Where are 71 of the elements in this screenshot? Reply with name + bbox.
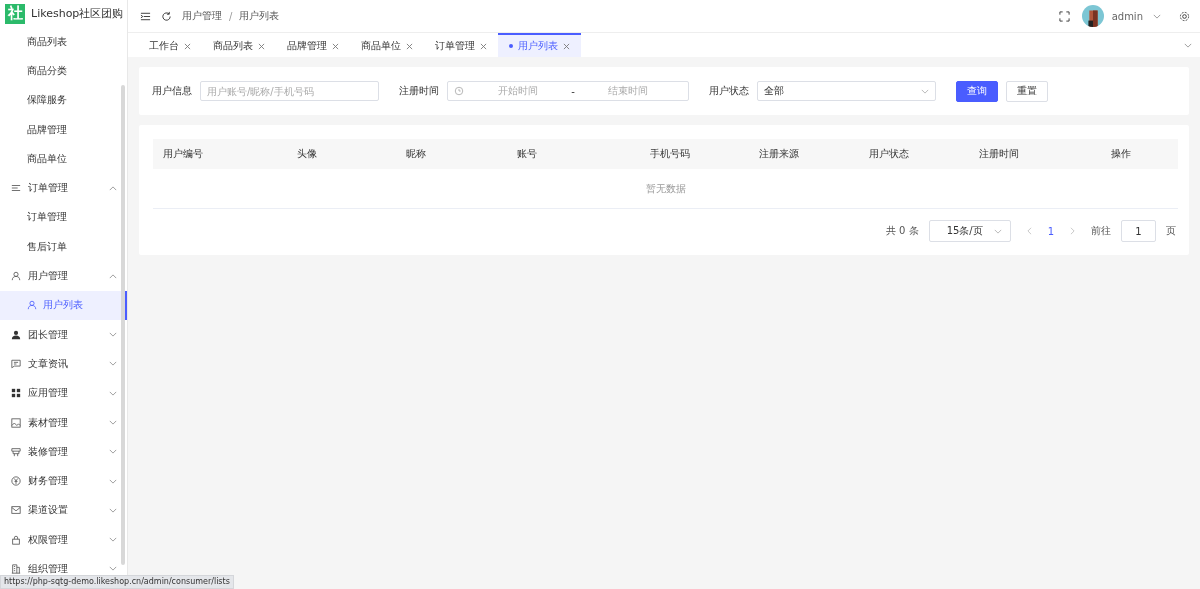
menu-group[interactable]: 应用管理: [0, 378, 127, 408]
page-suffix: 页: [1166, 224, 1176, 238]
field-label: 注册时间: [399, 84, 439, 98]
date-range-field[interactable]: 开始时间 - 结束时间: [447, 81, 689, 101]
field-label: 用户状态: [709, 84, 749, 98]
page-size-dropdown[interactable]: 15条/页: [928, 220, 1011, 242]
close-icon[interactable]: [563, 42, 570, 50]
logo: 社: [5, 3, 25, 24]
breadcrumb-item[interactable]: 用户列表: [239, 9, 280, 23]
menu-group[interactable]: 素材管理: [0, 407, 127, 438]
close-icon[interactable]: [480, 42, 487, 50]
column-header: 操作: [1110, 147, 1132, 161]
fullscreen-icon[interactable]: [1058, 10, 1070, 22]
status-url: https://php-sqtg-demo.likeshop.cn/admin/consumer/lists: [0, 575, 234, 589]
menu-group[interactable]: 权限管理: [0, 525, 127, 555]
refresh-icon[interactable]: [161, 10, 172, 22]
menu-group[interactable]: 装修管理: [0, 437, 127, 467]
goto-label: 前往: [1091, 224, 1111, 238]
column-header: 手机号码: [649, 147, 691, 161]
settings-icon[interactable]: [1179, 10, 1190, 22]
caret-icon[interactable]: [1184, 42, 1192, 48]
column-header: 注册时间: [978, 147, 1020, 161]
breadcrumb-item[interactable]: 用户管理: [182, 9, 222, 23]
total-count: 共 0 条: [885, 224, 919, 238]
input-field[interactable]: 用户账号/昵称/手机号码: [200, 81, 379, 101]
column-header: 头像: [296, 147, 318, 161]
menu-item[interactable]: 商品单位: [0, 144, 127, 174]
tab[interactable]: 商品单位: [350, 33, 424, 57]
caret-icon[interactable]: [1153, 13, 1161, 19]
close-icon[interactable]: [184, 42, 191, 50]
page-number[interactable]: 1: [1047, 225, 1054, 237]
tab[interactable]: 工作台: [138, 33, 202, 57]
column-header: 注册来源: [758, 147, 800, 161]
close-icon[interactable]: [258, 42, 265, 50]
tab[interactable]: 用户列表: [498, 33, 581, 57]
clock-icon: [454, 86, 464, 96]
column-header: 昵称: [405, 147, 427, 161]
caret-icon: [921, 88, 929, 94]
breadcrumb-separator: /: [229, 10, 233, 22]
user-icon: [27, 300, 37, 311]
scrollbar[interactable]: [121, 85, 125, 565]
menu-group[interactable]: 用户管理: [0, 261, 127, 291]
menu-group[interactable]: 渠道设置: [0, 495, 127, 526]
menu-group[interactable]: 团长管理: [0, 319, 127, 350]
menu-item[interactable]: 订单管理: [0, 202, 127, 233]
column-header: 用户编号: [162, 147, 204, 161]
app-name: Likeshop社区团购: [31, 6, 124, 21]
menu-group[interactable]: 财务管理: [0, 466, 127, 496]
tab[interactable]: 品牌管理: [276, 33, 350, 57]
menu-item[interactable]: 品牌管理: [0, 114, 127, 145]
search-button[interactable]: 查询: [956, 80, 998, 102]
close-icon[interactable]: [406, 42, 413, 50]
user-name[interactable]: admin: [1111, 10, 1143, 22]
tab[interactable]: 商品列表: [202, 33, 276, 57]
tab[interactable]: 订单管理: [424, 33, 498, 57]
menu-item[interactable]: 售后订单: [0, 232, 127, 262]
page-input[interactable]: 1: [1121, 220, 1156, 242]
empty-message: 暂无数据: [645, 181, 686, 196]
status-dropdown[interactable]: 全部: [757, 81, 936, 101]
menu-item[interactable]: 商品列表: [0, 27, 127, 57]
menu-item[interactable]: 用户列表: [0, 290, 127, 320]
close-icon[interactable]: [332, 42, 339, 50]
caret-icon: [993, 228, 1002, 234]
menu-item[interactable]: 保障服务: [0, 85, 127, 115]
column-header: 账号: [516, 147, 538, 161]
menu-group[interactable]: 文章资讯: [0, 349, 127, 379]
menu-item[interactable]: 商品分类: [0, 56, 127, 86]
column-header: 用户状态: [868, 147, 910, 161]
menu-group[interactable]: 订单管理: [0, 173, 127, 203]
reset-button[interactable]: 重置: [1006, 80, 1048, 102]
field-label: 用户信息: [152, 84, 192, 98]
